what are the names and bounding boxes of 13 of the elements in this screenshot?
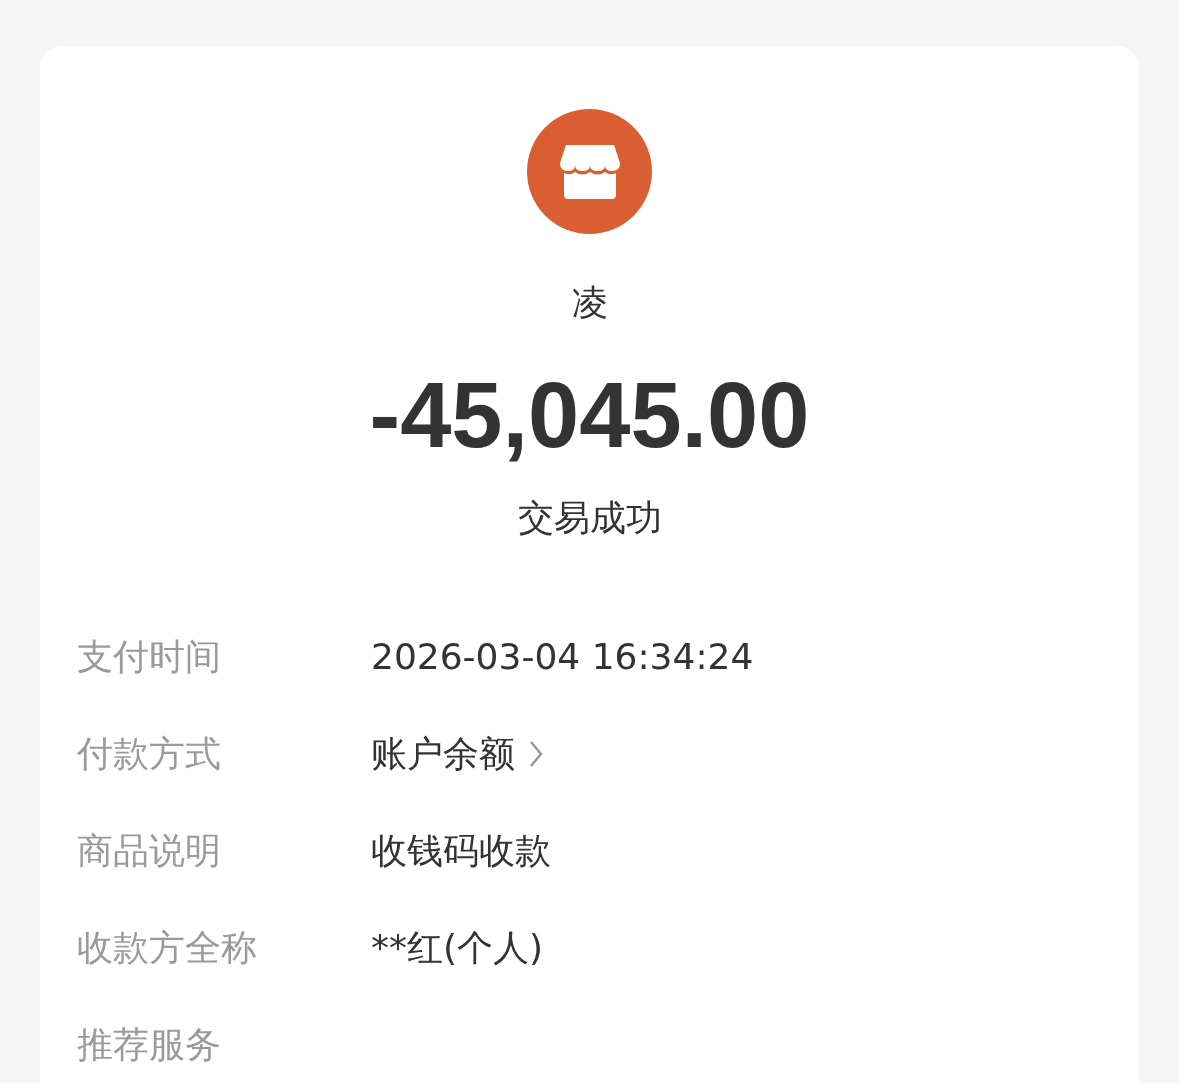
detail-label: 支付时间: [77, 634, 222, 679]
detail-value: **红(个人): [371, 925, 544, 970]
merchant-name: 凌: [571, 281, 608, 325]
detail-label: 商品说明: [77, 828, 222, 873]
amount: -45,045.00: [369, 363, 810, 468]
detail-value: 2026-03-04 16:34:24: [371, 634, 754, 679]
chevron-right-icon: [529, 739, 543, 768]
detail-value: 收钱码收款: [371, 828, 551, 873]
status-text: 交易成功: [517, 496, 662, 540]
detail-label: 收款方全称: [77, 925, 258, 970]
detail-label: 推荐服务: [77, 1022, 222, 1067]
payment-method-link[interactable]: 账户余额: [371, 726, 543, 781]
detail-label: 付款方式: [77, 731, 222, 776]
